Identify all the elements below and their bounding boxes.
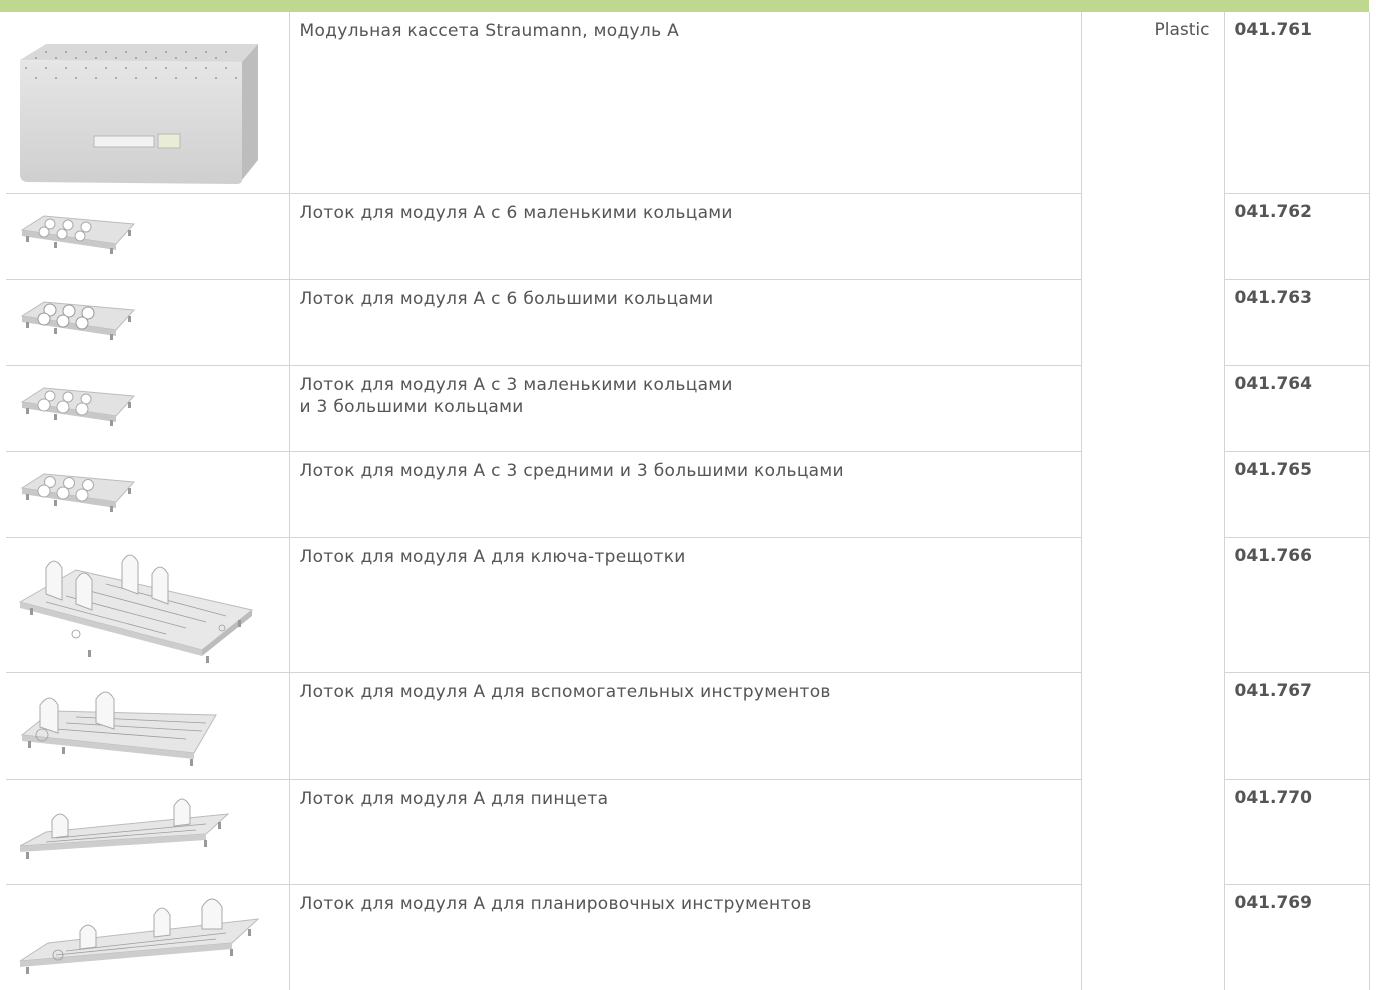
article-number: 041.769	[1234, 892, 1312, 913]
description-cell: Лоток для модуля А для планировочных инс…	[289, 884, 1082, 990]
product-image-cell	[6, 193, 290, 280]
article-number: 041.766	[1234, 545, 1312, 566]
article-number-cell: 041.765	[1224, 451, 1370, 538]
article-number: 041.770	[1234, 787, 1312, 808]
product-image-cell	[6, 884, 290, 990]
description-cell: Лоток для модуля А с 3 маленькими кольца…	[289, 365, 1082, 452]
table-row: Модульная кассета Straumann, модуль А Pl…	[6, 12, 1370, 990]
description-cell: Лоток для модуля А с 3 средними и 3 боль…	[289, 451, 1082, 538]
article-number-cell: 041.763	[1224, 279, 1370, 366]
description-cell: Лоток для модуля А для пинцета	[289, 779, 1082, 885]
product-image-cell	[6, 365, 290, 452]
tray-ratchet-image	[18, 554, 254, 663]
product-description: Лоток для модуля А для планировочных инс…	[299, 893, 812, 914]
material-cell: Plastic	[1081, 12, 1225, 990]
product-description: Лоток для модуля А для ключа-трещотки	[299, 546, 686, 567]
product-description: и 3 большими кольцами	[299, 396, 524, 417]
modular-cassette-image	[20, 44, 258, 184]
article-number-cell: 041.761	[1224, 12, 1370, 194]
description-cell: Лоток для модуля А для ключа-трещотки	[289, 537, 1082, 673]
product-description: Модульная кассета Straumann, модуль А	[299, 21, 680, 41]
description-cell: Лоток для модуля А для вспомогательных и…	[289, 672, 1082, 780]
product-image-cell	[6, 779, 290, 885]
tray-small-rings-image	[20, 214, 136, 254]
tray-medium-large-rings-image	[20, 472, 136, 512]
article-number: 041.767	[1234, 680, 1312, 701]
article-number: 041.764	[1234, 373, 1312, 394]
description-cell: Лоток для модуля А с 6 маленькими кольца…	[289, 193, 1082, 280]
catalog-page: Модульная кассета Straumann, модуль А Pl…	[0, 0, 1376, 990]
article-number-cell: 041.764	[1224, 365, 1370, 452]
material-label: Plastic	[1154, 20, 1210, 40]
tray-auxiliary-instruments-image	[20, 691, 217, 766]
article-number-cell: 041.769	[1224, 884, 1370, 990]
tray-tweezers-image	[19, 798, 230, 859]
product-image-cell	[6, 279, 290, 366]
tray-mixed-rings-image	[20, 386, 136, 426]
article-number-cell: 041.767	[1224, 672, 1370, 780]
article-number-cell: 041.770	[1224, 779, 1370, 885]
product-image-cell	[6, 537, 290, 673]
article-number: 041.765	[1234, 459, 1312, 480]
tray-planning-instruments-image	[19, 898, 260, 974]
product-image-cell	[6, 12, 290, 194]
product-description: Лоток для модуля А с 6 большими кольцами	[299, 288, 714, 309]
article-number: 041.761	[1234, 20, 1312, 40]
product-description: Лоток для модуля А для вспомогательных и…	[299, 681, 831, 702]
product-description: Лоток для модуля А с 6 маленькими кольца…	[299, 202, 733, 223]
article-number: 041.762	[1234, 201, 1312, 222]
article-number-cell: 041.762	[1224, 193, 1370, 280]
product-image-cell	[6, 672, 290, 780]
product-image-cell	[6, 451, 290, 538]
product-description: Лоток для модуля А с 3 средними и 3 боль…	[299, 460, 844, 481]
article-number: 041.763	[1234, 287, 1312, 308]
description-cell: Модульная кассета Straumann, модуль А	[289, 12, 1082, 194]
description-cell: Лоток для модуля А с 6 большими кольцами	[289, 279, 1082, 366]
article-number-cell: 041.766	[1224, 537, 1370, 673]
product-table: Модульная кассета Straumann, модуль А Pl…	[6, 12, 1370, 990]
product-description: Лоток для модуля А с 3 маленькими кольца…	[299, 374, 733, 395]
tray-large-rings-image	[20, 300, 136, 340]
product-description: Лоток для модуля А для пинцета	[299, 788, 609, 809]
section-header-bar	[0, 0, 1369, 12]
